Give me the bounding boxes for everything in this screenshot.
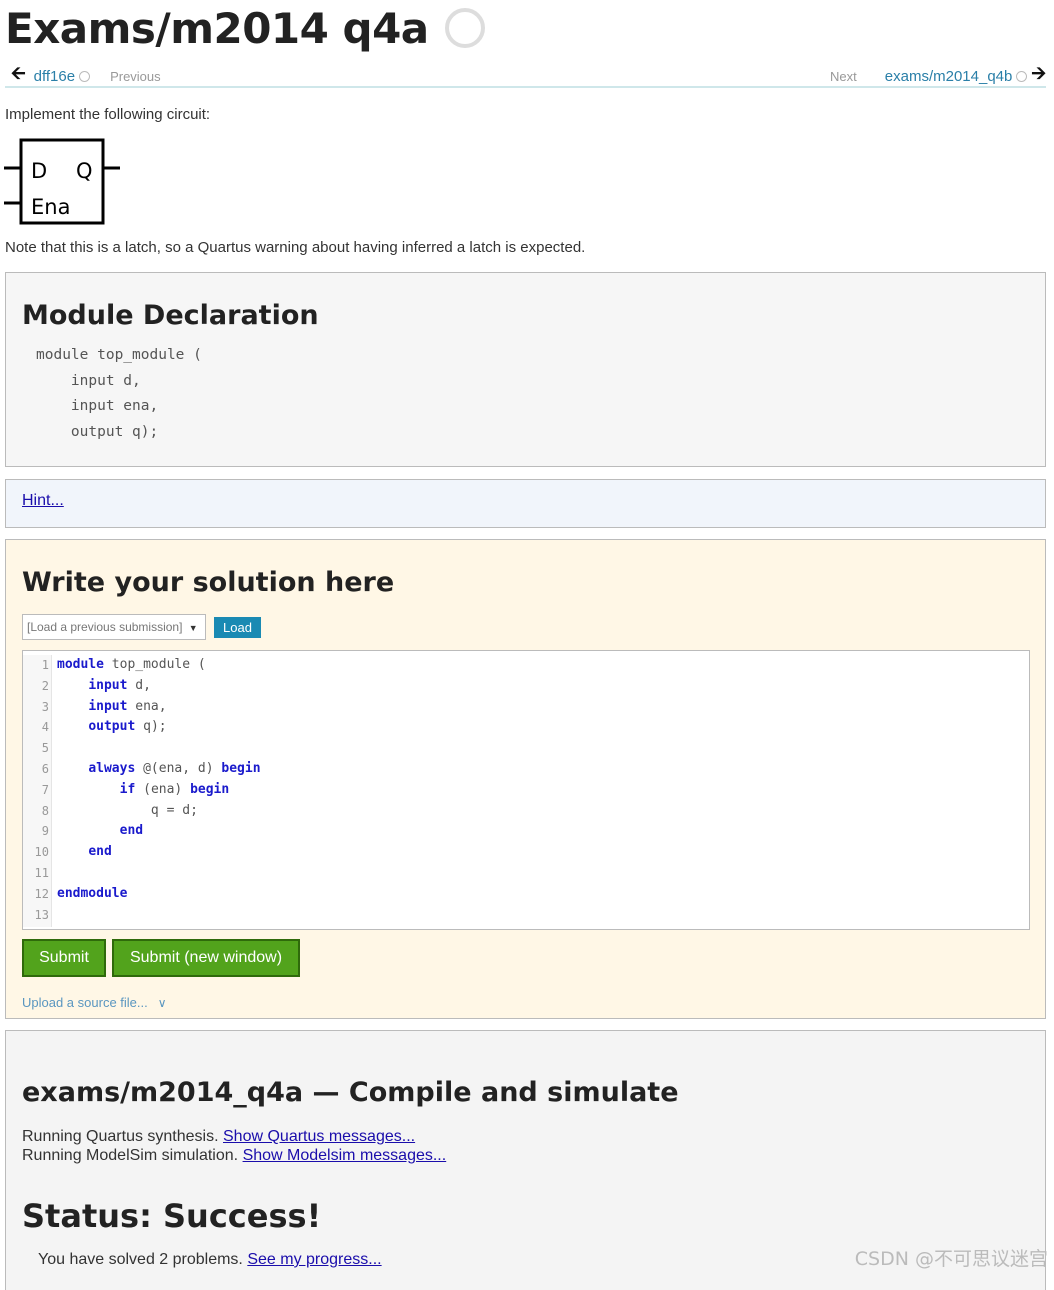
code-line: 9 end [23,821,1029,842]
code-editor[interactable]: 1 module top_module (2 input d, 3 input en… [22,650,1030,930]
line-number: 6 [41,761,49,776]
module-declaration-panel: Module Declaration module top_module ( i… [5,272,1046,467]
hint-link[interactable]: Hint... [22,492,64,510]
code-text: q = d; [150,802,198,818]
code-lines: 1 module top_module (2 input d, 3 input en… [23,655,1029,925]
code-line: 4 output q); [23,717,1029,738]
previous-submission-select[interactable]: [Load a previous submission] ▼ [22,614,206,640]
previous-problem-link[interactable]: dff16e [34,68,75,85]
line-number: 13 [34,907,49,922]
code-text: if (ena) begin [119,781,230,797]
page-title: Exams/m2014 q4a [5,3,429,53]
next-problem-link[interactable]: exams/m2014_q4b [885,68,1013,85]
line-number: 11 [34,865,49,880]
arrow-left-icon[interactable]: 🡨 [11,61,26,91]
see-progress-link[interactable]: See my progress... [247,1251,381,1268]
line-number: 8 [41,803,49,818]
line-number: 7 [41,782,49,797]
line-number: 4 [41,720,49,735]
modelsim-status-line: Running ModelSim simulation. Show Models… [22,1147,446,1165]
code-text: input ena, [88,698,167,714]
module-declaration-code: module top_module ( input d, input ena, … [36,347,202,440]
problem-navigation: 🡨 dff16e Previous Next exams/m2014_q4b 🡪 [5,58,1046,88]
line-number: 12 [34,886,49,901]
code-line: 7 if (ena) begin [23,780,1029,801]
line-number: 3 [41,699,49,714]
previous-submission-placeholder: [Load a previous submission] [27,620,183,634]
next-status-icon [1016,70,1028,82]
code-line: 8 q = d; [23,801,1029,822]
load-button[interactable]: Load [214,616,261,638]
code-text: end [88,844,112,860]
code-line: 5 [23,738,1029,759]
quartus-status-line: Running Quartus synthesis. Show Quartus … [22,1128,415,1146]
solution-heading: Write your solution here [22,567,395,598]
code-line: 12 endmodule [23,884,1029,905]
nav-previous: 🡨 dff16e Previous [11,61,161,91]
line-number: 2 [41,678,49,693]
problem-intro: Implement the following circuit: [5,106,211,123]
result-heading: exams/m2014_q4a — Compile and simulate [22,1077,679,1108]
submit-button[interactable]: Submit [22,939,106,977]
d-port-label: D [31,159,47,183]
line-number: 10 [34,845,49,860]
quartus-status-text: Running Quartus synthesis. [22,1128,219,1145]
ena-port-label: Ena [31,195,70,219]
code-text: endmodule [57,885,128,901]
submit-new-window-button[interactable]: Submit (new window) [112,939,300,977]
line-number: 5 [41,741,49,756]
arrow-right-icon[interactable]: 🡪 [1031,61,1046,91]
code-line: 1 module top_module ( [23,655,1029,676]
dropdown-caret-icon: ▼ [188,623,198,633]
upload-source-label: Upload a source file... [22,995,148,1010]
solution-panel: Write your solution here [Load a previou… [5,539,1046,1019]
previous-status-icon [79,70,91,82]
code-text: always @(ena, d) begin [88,760,261,776]
code-line: 6 always @(ena, d) begin [23,759,1029,780]
module-declaration-heading: Module Declaration [22,300,319,331]
modelsim-status-text: Running ModelSim simulation. [22,1147,239,1164]
solved-count-line: You have solved 2 problems. See my progr… [38,1251,382,1269]
watermark: CSDN @不可思议迷宫 [854,1248,1048,1270]
next-label: Next [830,68,857,84]
line-number: 9 [41,824,49,839]
show-quartus-messages-link[interactable]: Show Quartus messages... [223,1128,415,1145]
latch-note: Note that this is a latch, so a Quartus … [5,239,586,256]
double-chevron-down-icon: ∨ [157,995,167,1010]
code-text: module top_module ( [57,657,206,672]
hint-panel: Hint... [5,479,1046,528]
nav-next: Next exams/m2014_q4b 🡪 [830,61,1046,91]
status-heading: Status: Success! [22,1197,322,1235]
code-text: end [119,823,144,839]
previous-label: Previous [110,68,161,84]
code-line: 3 input ena, [23,697,1029,718]
code-line: 11 [23,863,1029,884]
code-line: 13 [23,905,1029,926]
code-line: 2 input d, [23,676,1029,697]
code-line: 10 end [23,842,1029,863]
latch-circuit-diagram: D Q Ena [4,138,120,225]
q-port-label: Q [76,159,93,183]
title-row: Exams/m2014 q4a [5,0,485,56]
completion-status-icon [444,8,485,48]
solved-count-text: You have solved 2 problems. [38,1251,243,1268]
show-modelsim-messages-link[interactable]: Show Modelsim messages... [243,1147,447,1164]
upload-source-link[interactable]: Upload a source file... ∨ [22,995,167,1010]
submission-toolbar: [Load a previous submission] ▼ Load [22,614,261,640]
code-text: output q); [88,719,167,735]
code-text: input d, [88,677,151,693]
line-number: 1 [41,658,49,672]
